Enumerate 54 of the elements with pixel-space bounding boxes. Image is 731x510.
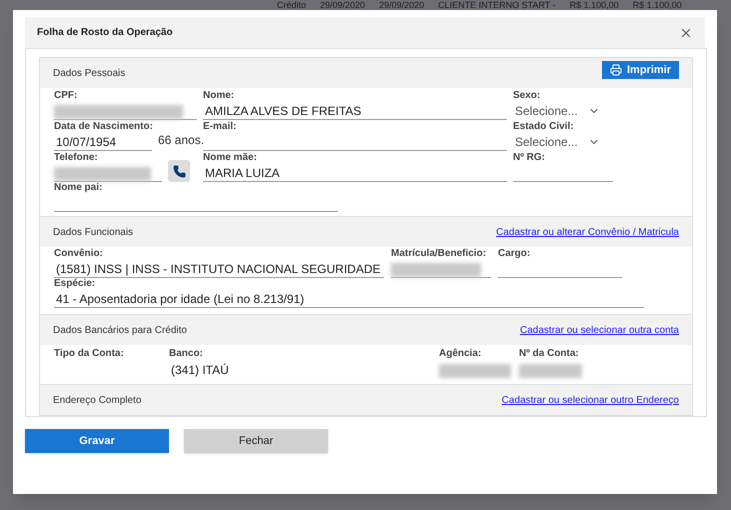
field-label: Estado Civil:	[513, 121, 574, 133]
section-title: Dados Pessoais	[53, 66, 126, 80]
table-cell-text: R$ 1.100,00	[632, 0, 683, 10]
field-label: Telefone:	[54, 152, 98, 164]
field-label: Banco:	[169, 348, 203, 360]
section-link[interactable]: Cadastrar ou alterar Convênio / Matricula	[496, 224, 679, 240]
phone-button[interactable]	[168, 160, 190, 182]
field-label: Data de Nascimento:	[54, 121, 153, 133]
mother-name-field[interactable]: MARIA LUIZA	[203, 164, 507, 182]
section-link[interactable]: Cadastrar ou selecionar outra conta	[520, 322, 679, 338]
printer-icon	[610, 64, 622, 76]
section-link[interactable]: Cadastrar ou selecionar outro Endereço	[502, 392, 679, 408]
section-title: Dados Funcionais	[53, 226, 134, 240]
field-label: Nº RG:	[513, 152, 545, 164]
name-field[interactable]: AMILZA ALVES DE FREITAS	[203, 102, 507, 120]
phone-icon	[172, 164, 186, 178]
field-label: Nº da Conta:	[519, 348, 579, 360]
field-label: Nome pai:	[54, 182, 102, 194]
table-cell-text: 29/09/2020	[378, 0, 426, 10]
field-label: Tipo da Conta:	[54, 348, 124, 360]
table-cell-text: Crédito	[276, 0, 308, 10]
field-label: Nome:	[203, 90, 234, 102]
birth-date-value: 10/07/1954	[55, 134, 116, 150]
species-field[interactable]: 41 - Aposentadoria por idade (Lei no 8.213/91)	[54, 290, 644, 308]
close-button[interactable]: Fechar	[184, 429, 328, 453]
dialog-title: Folha de Rosto da Operação	[37, 26, 173, 40]
birth-date-field[interactable]: 10/07/1954	[54, 133, 152, 151]
name-value: AMILZA ALVES DE FREITAS	[204, 103, 362, 119]
species-value: 41 - Aposentadoria por idade (Lei no 8.213/91)	[55, 291, 304, 307]
field-label: Espécie:	[54, 278, 96, 290]
print-button[interactable]: Imprimir	[602, 61, 679, 79]
bank-field[interactable]: (341) ITAÚ	[169, 360, 439, 378]
bank-value: (341) ITAÚ	[170, 362, 229, 378]
phone-field[interactable]	[54, 164, 162, 182]
section-title: Dados Bancários para Crédito	[53, 324, 187, 338]
field-label: Agência:	[439, 348, 482, 360]
field-label: Matrícula/Beneficio:	[391, 248, 486, 260]
field-label: Convênio:	[54, 248, 103, 260]
field-label: CPF:	[54, 90, 78, 102]
field-label: Nome mãe:	[203, 152, 257, 164]
save-button[interactable]: Gravar	[25, 429, 169, 453]
redacted-value	[519, 364, 582, 378]
table-cell-text: CLIENTE INTERNO START -	[437, 0, 557, 10]
age-text: 66 anos.	[158, 132, 204, 149]
section-title: Endereço Completo	[53, 394, 142, 408]
cpf-field[interactable]	[54, 102, 197, 120]
redacted-value	[439, 364, 511, 378]
field-label: Sexo:	[513, 90, 540, 102]
mother-name-value: MARIA LUIZA	[204, 165, 280, 181]
table-cell-text: R$ 1.100,00	[568, 0, 620, 10]
field-label: Cargo:	[498, 248, 530, 260]
registration-field[interactable]	[391, 260, 491, 278]
field-label: E-mail:	[203, 121, 236, 133]
table-cell-text: 29/09/2020	[319, 0, 366, 10]
